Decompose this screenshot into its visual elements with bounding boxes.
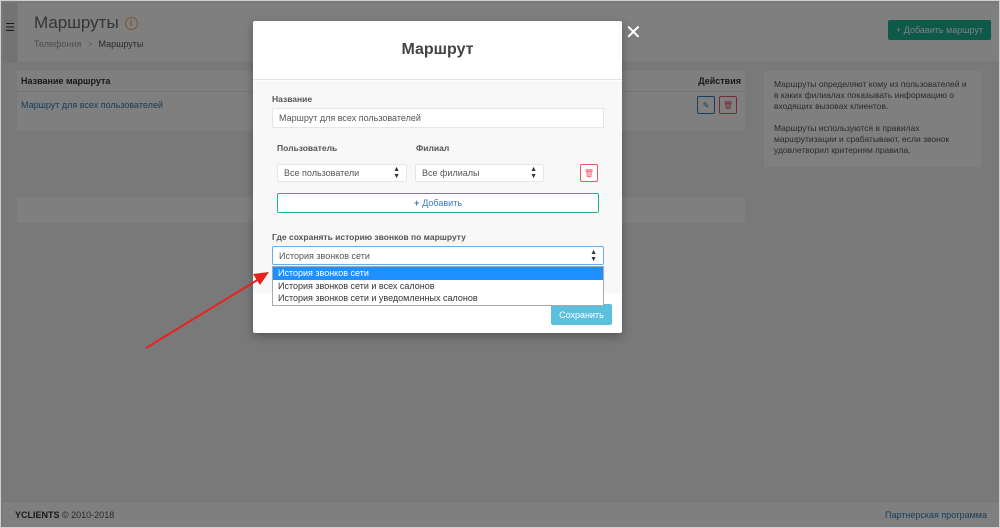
plus-icon: + [413,198,420,208]
branch-select[interactable]: Все филиалы ▲ ▼ [415,164,544,182]
dropdown-option[interactable]: История звонков сети и всех салонов [273,280,603,293]
select-caret-icon: ▲ ▼ [530,166,537,180]
name-input[interactable]: Маршрут для всех пользователей [272,108,604,128]
name-label: Название [272,94,313,104]
save-button[interactable]: Сохранить [551,304,612,325]
history-dropdown: История звонков сети История звонков сет… [272,266,604,306]
close-icon[interactable]: ✕ [625,23,642,43]
select-caret-icon: ▲ ▼ [393,166,400,180]
app-frame: ☰ Маршруты i Телефония > Маршруты + Доба… [0,0,1000,528]
user-select[interactable]: Все пользователи ▲ ▼ [277,164,407,182]
modal-body: Название Маршрут для всех пользователей … [253,81,622,293]
dropdown-option[interactable]: История звонков сети [273,267,603,280]
modal-title: Маршрут [401,41,474,58]
remove-row-button[interactable]: 🗑 [580,164,598,182]
select-caret-icon: ▲ ▼ [590,248,597,263]
modal-header: Маршрут [253,21,622,80]
add-row-button[interactable]: + Добавить [277,193,599,213]
trash-icon: 🗑 [583,168,595,178]
branch-label: Филиал [416,143,450,153]
dropdown-option[interactable]: История звонков сети и уведомленных сало… [273,292,603,305]
user-label: Пользователь [277,143,338,153]
history-label: Где сохранять историю звонков по маршрут… [272,232,466,242]
history-select[interactable]: История звонков сети ▲ ▼ [272,246,604,265]
